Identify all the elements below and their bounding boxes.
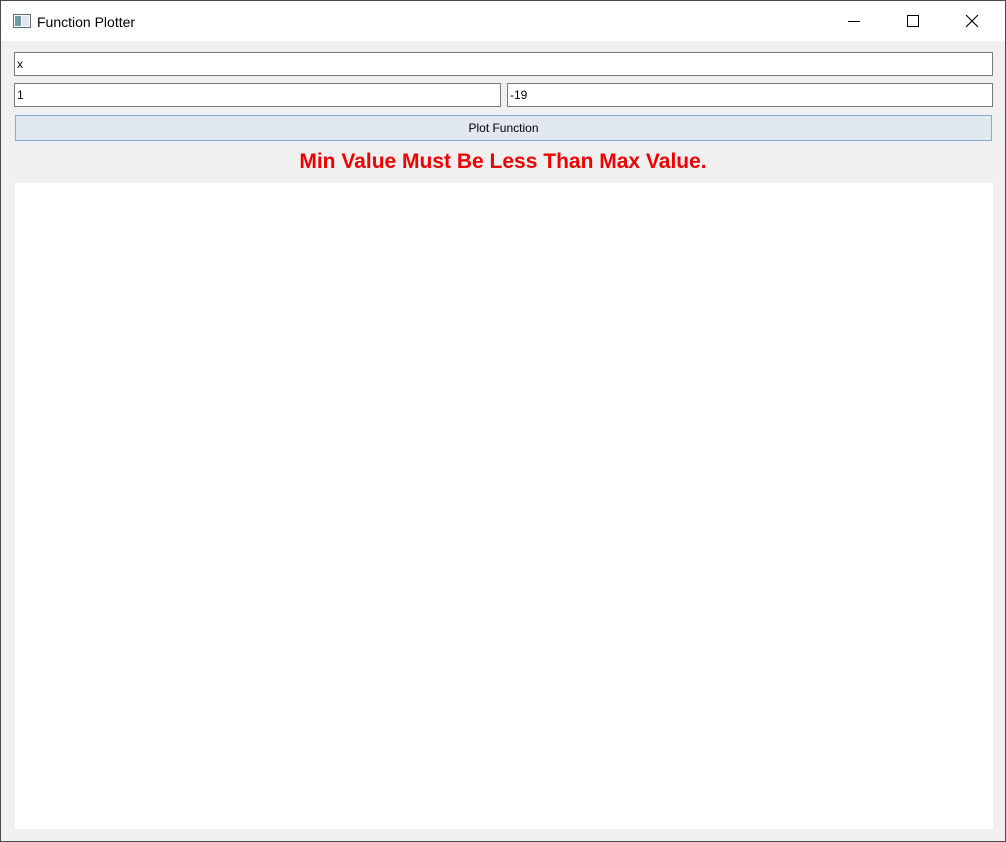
maximize-button[interactable]	[890, 1, 936, 41]
app-window-icon	[13, 14, 31, 28]
minimize-button[interactable]	[831, 1, 877, 41]
close-button[interactable]	[949, 1, 995, 41]
function-input[interactable]	[14, 52, 993, 76]
close-icon	[965, 14, 979, 28]
min-value-input[interactable]	[14, 83, 501, 107]
title-bar[interactable]: Function Plotter	[1, 1, 1005, 41]
window-title: Function Plotter	[37, 14, 136, 30]
plot-canvas[interactable]	[15, 183, 993, 829]
error-message: Min Value Must Be Less Than Max Value.	[299, 150, 707, 173]
max-value-input[interactable]	[507, 83, 993, 107]
maximize-icon	[907, 15, 919, 27]
plot-function-button[interactable]: Plot Function	[15, 115, 992, 141]
client-area: Plot Function Min Value Must Be Less Tha…	[1, 41, 1005, 841]
app-window: Function Plotter Plot Function Min Value…	[0, 0, 1006, 842]
minimize-icon	[848, 21, 860, 22]
